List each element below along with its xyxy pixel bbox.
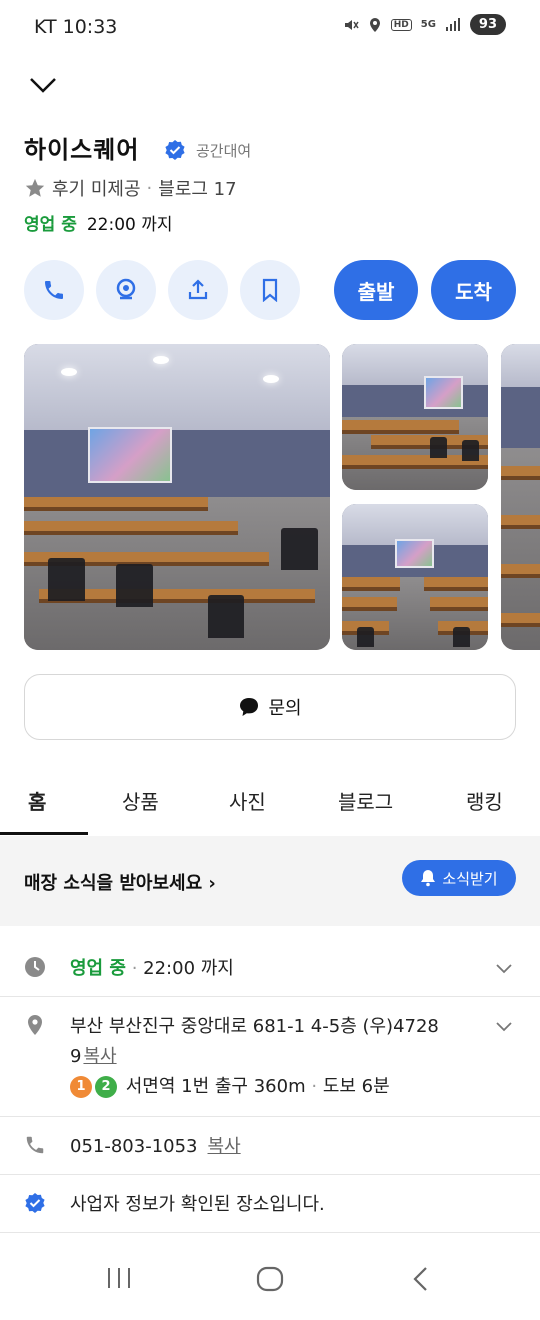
back-icon[interactable] [410, 1266, 432, 1292]
chevron-down-icon[interactable] [494, 958, 514, 978]
call-button[interactable] [24, 260, 84, 320]
classroom-image [342, 344, 488, 490]
star-icon [25, 178, 45, 197]
bell-icon [421, 870, 436, 887]
news-prompt[interactable]: 매장 소식을 받아보세요 › [24, 869, 216, 895]
copy-phone-link[interactable]: 복사 [208, 1136, 241, 1157]
gallery-photo-4[interactable] [501, 344, 540, 650]
classroom-image [501, 344, 540, 650]
close-time: 22:00 까지 [86, 215, 173, 235]
gallery-photo-2[interactable] [342, 344, 488, 490]
copy-address-link[interactable]: 복사 [83, 1046, 116, 1067]
subscribe-label: 소식받기 [442, 869, 498, 888]
status-bar: KT 10:33 HD 5G 93 [0, 0, 540, 56]
arrive-button[interactable]: 도착 [431, 260, 516, 320]
tab-ranking[interactable]: 랭킹 [466, 786, 503, 815]
verified-badge-icon [25, 1193, 45, 1213]
chevron-down-icon[interactable] [494, 1016, 514, 1036]
inquiry-button[interactable]: 문의 [24, 674, 516, 740]
system-navigation-bar [0, 1240, 540, 1320]
address-line: 부산 부산진구 중앙대로 681-1 4-5층 (우)4728 [70, 1016, 439, 1037]
address-row: 부산 부산진구 중앙대로 681-1 4-5층 (우)4728 9 복사 12 서… [0, 996, 540, 1117]
battery-indicator: 93 [469, 14, 506, 35]
subway-line-1-badge: 1 [70, 1076, 92, 1098]
phone-icon [26, 1136, 44, 1154]
verified-row: 사업자 정보가 확인된 장소입니다. [0, 1174, 540, 1233]
subway-line-2-badge: 2 [95, 1076, 117, 1098]
phone-row: 051-803-1053 복사 [0, 1116, 540, 1175]
open-status: 영업 중 [24, 215, 77, 235]
gallery-photo-3[interactable] [342, 504, 488, 650]
subway-directions: 서면역 1번 출구 360m [125, 1076, 306, 1097]
main-photo[interactable] [24, 344, 330, 650]
save-button[interactable] [240, 260, 300, 320]
verified-business-text: 사업자 정보가 확인된 장소입니다. [70, 1194, 325, 1215]
chat-bubble-icon [240, 698, 259, 716]
mute-icon [344, 19, 359, 30]
verified-badge-icon [165, 140, 185, 160]
tab-home[interactable]: 홈 [28, 786, 46, 815]
location-icon [369, 17, 380, 32]
hd-icon: HD [390, 18, 412, 31]
tab-bar: 홈 상품 사진 블로그 랭킹 [0, 770, 540, 837]
review-status: 후기 미제공 [52, 179, 141, 200]
address-line-2: 9 [70, 1046, 82, 1067]
share-button[interactable] [168, 260, 228, 320]
news-banner: 매장 소식을 받아보세요 › 소식받기 [0, 836, 540, 926]
tab-photos[interactable]: 사진 [229, 786, 266, 815]
hours-status: 영업 중 [70, 958, 126, 979]
tab-blog[interactable]: 블로그 [338, 786, 393, 815]
clock-icon [25, 957, 45, 977]
subscribe-button[interactable]: 소식받기 [402, 860, 516, 896]
share-icon [188, 279, 208, 300]
hours-summary: 영업 중 22:00 까지 [24, 210, 173, 235]
recent-apps-icon[interactable] [106, 1266, 132, 1290]
review-meta: 후기 미제공 · 블로그 17 [24, 175, 237, 201]
home-icon[interactable] [256, 1266, 284, 1292]
street-view-button[interactable] [96, 260, 156, 320]
active-tab-indicator [0, 832, 88, 835]
carrier-time: KT 10:33 [34, 16, 118, 38]
tab-products[interactable]: 상품 [122, 786, 159, 815]
classroom-image [342, 504, 488, 650]
chevron-right-icon: › [208, 873, 216, 894]
inquiry-label: 문의 [268, 698, 302, 719]
status-icons: HD 5G 93 [343, 14, 506, 35]
hours-close: 22:00 까지 [143, 958, 234, 979]
place-category: 공간대여 [196, 142, 252, 160]
street-view-icon [116, 278, 136, 300]
phone-number[interactable]: 051-803-1053 [70, 1136, 198, 1157]
blog-review-count[interactable]: 블로그 17 [158, 175, 236, 201]
depart-button[interactable]: 출발 [334, 260, 418, 320]
collapse-chevron-icon[interactable] [28, 70, 58, 100]
map-pin-icon [28, 1015, 42, 1035]
walk-time: 도보 6분 [322, 1076, 390, 1097]
classroom-image [24, 344, 330, 650]
network-label: 5G [420, 19, 436, 30]
place-name: 하이스퀘어 [24, 136, 140, 164]
separator-dot: · [146, 177, 153, 199]
bookmark-icon [262, 278, 278, 302]
hours-row[interactable]: 영업 중 · 22:00 까지 [0, 938, 540, 997]
phone-icon [45, 281, 63, 299]
signal-icon [445, 17, 460, 31]
